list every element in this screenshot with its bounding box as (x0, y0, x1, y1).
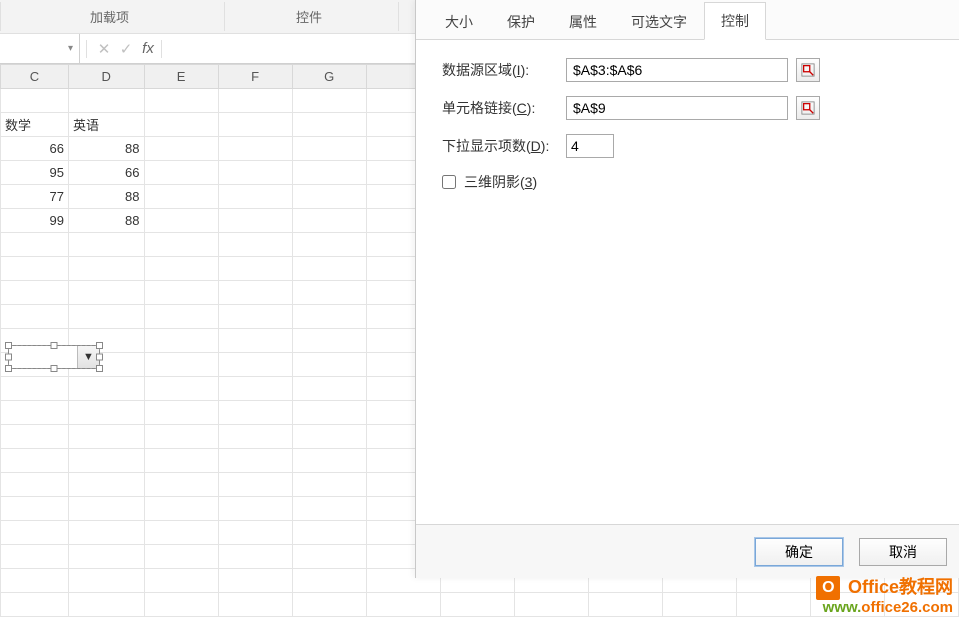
column-header[interactable]: D (68, 65, 144, 89)
range-picker-button[interactable] (796, 58, 820, 82)
dialog-button-bar: 确定 取消 (416, 524, 959, 578)
resize-handle[interactable] (5, 354, 12, 361)
resize-handle[interactable] (96, 365, 103, 372)
3d-shadow-checkbox[interactable] (442, 175, 456, 189)
cell-link-label: 单元格链接(C): (442, 98, 566, 118)
input-range-field[interactable] (566, 58, 788, 82)
divider (86, 40, 87, 58)
resize-handle[interactable] (96, 354, 103, 361)
cell[interactable]: 英语 (68, 113, 144, 137)
resize-handle[interactable] (96, 342, 103, 349)
tab-control[interactable]: 控制 (704, 2, 766, 40)
tab-properties[interactable]: 属性 (552, 3, 614, 40)
column-header[interactable]: F (218, 65, 292, 89)
cell[interactable]: 95 (1, 161, 69, 185)
chevron-down-icon[interactable]: ▾ (68, 43, 73, 54)
cell[interactable]: 88 (68, 209, 144, 233)
name-box[interactable]: ▾ (0, 34, 80, 63)
ok-button[interactable]: 确定 (755, 538, 843, 566)
cancel-button[interactable]: 取消 (859, 538, 947, 566)
resize-handle[interactable] (5, 365, 12, 372)
ribbon-group-addins[interactable]: 加载项 (90, 7, 129, 26)
fx-icon[interactable]: fx (137, 40, 159, 57)
column-header[interactable]: G (292, 65, 366, 89)
resize-handle[interactable] (51, 342, 58, 349)
divider (161, 40, 162, 58)
cell[interactable]: 88 (68, 137, 144, 161)
combobox-form-control[interactable]: ▼ (8, 345, 100, 369)
range-picker-button[interactable] (796, 96, 820, 120)
accept-formula-icon[interactable]: ✓ (115, 40, 137, 58)
cell[interactable]: 数学 (1, 113, 69, 137)
dialog-body: 数据源区域(I): 单元格链接(C): (416, 40, 959, 210)
resize-handle[interactable] (5, 342, 12, 349)
format-control-dialog: 大小 保护 属性 可选文字 控制 数据源区域(I): 单元格链接(C): (415, 0, 959, 578)
tab-protection[interactable]: 保护 (490, 3, 552, 40)
tab-size[interactable]: 大小 (428, 3, 490, 40)
input-range-label: 数据源区域(I): (442, 60, 566, 80)
tab-alttext[interactable]: 可选文字 (614, 3, 704, 40)
cell[interactable]: 99 (1, 209, 69, 233)
dropdown-lines-field[interactable] (566, 134, 614, 158)
collapse-dialog-icon (801, 63, 815, 77)
collapse-dialog-icon (801, 101, 815, 115)
resize-handle[interactable] (51, 365, 58, 372)
cell-link-field[interactable] (566, 96, 788, 120)
cell[interactable]: 66 (68, 161, 144, 185)
cancel-formula-icon[interactable]: ✕ (93, 40, 115, 58)
dropdown-lines-label: 下拉显示项数(D): (442, 136, 566, 156)
column-header[interactable]: E (144, 65, 218, 89)
dialog-tabs: 大小 保护 属性 可选文字 控制 (416, 0, 959, 40)
ribbon-group-controls[interactable]: 控件 (296, 7, 322, 26)
cell[interactable]: 77 (1, 185, 69, 209)
3d-shadow-label: 三维阴影(3) (464, 172, 537, 192)
caret-down-icon: ▼ (83, 351, 94, 363)
cell[interactable]: 88 (68, 185, 144, 209)
cell[interactable]: 66 (1, 137, 69, 161)
column-header[interactable]: C (1, 65, 69, 89)
